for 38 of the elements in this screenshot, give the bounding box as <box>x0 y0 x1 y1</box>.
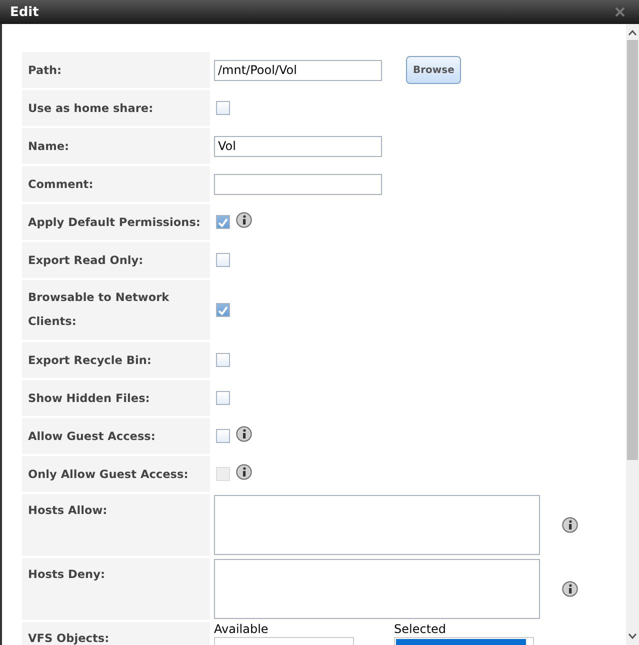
checkbox[interactable] <box>216 101 230 115</box>
browse-button[interactable]: Browse <box>406 56 461 84</box>
text-area[interactable] <box>214 495 540 555</box>
checkbox[interactable] <box>216 353 230 367</box>
list-caption: Selected <box>394 622 448 636</box>
field-label: Use as home share: <box>28 102 154 114</box>
window-title: Edit <box>10 4 39 20</box>
field-label: Hosts Deny: <box>28 568 105 581</box>
field-label: Hosts Allow: <box>28 504 108 517</box>
scroll-up-icon[interactable] <box>628 30 637 36</box>
field-label: VFS Objects: <box>28 632 110 645</box>
field-label: Only Allow Guest Access: <box>28 468 188 480</box>
text-field[interactable]: /mnt/Pool/Vol <box>214 60 382 80</box>
info-icon[interactable] <box>236 426 252 442</box>
field-label: Apply Default Permissions: <box>28 216 200 228</box>
close-icon[interactable] <box>615 7 625 17</box>
checkbox[interactable] <box>216 253 230 267</box>
list-caption: Available <box>214 622 270 636</box>
text-field[interactable]: Vol <box>214 136 382 156</box>
field-label: Allow Guest Access: <box>28 430 156 442</box>
text-field[interactable] <box>214 174 382 194</box>
field-label: Browsable to Network Clients: <box>28 290 170 330</box>
checkbox[interactable] <box>216 215 230 229</box>
info-icon[interactable] <box>562 581 578 597</box>
checkbox[interactable] <box>216 303 230 317</box>
info-icon[interactable] <box>236 212 252 228</box>
scroll-down-icon[interactable] <box>628 633 637 639</box>
field-label: Export Read Only: <box>28 254 144 266</box>
text-area[interactable] <box>214 559 540 619</box>
field-label: Comment: <box>28 178 94 190</box>
checkbox[interactable] <box>216 429 230 443</box>
field-label: Name: <box>28 140 70 152</box>
field-label: Path: <box>28 64 62 76</box>
field-label: Show Hidden Files: <box>28 392 150 404</box>
checkbox[interactable] <box>216 391 230 405</box>
field-label: Export Recycle Bin: <box>28 354 152 366</box>
scrollbar[interactable] <box>626 24 639 645</box>
info-icon[interactable] <box>562 517 578 533</box>
